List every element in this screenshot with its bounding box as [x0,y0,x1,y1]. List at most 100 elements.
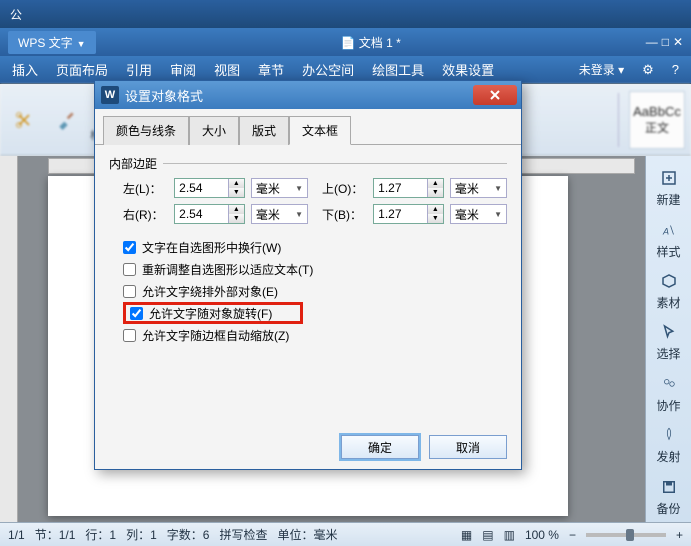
right-margin-label: 右(R)： [123,206,168,223]
menu-drawtools[interactable]: 绘图工具 [372,60,424,79]
zoom-in-icon[interactable]: + [676,528,683,542]
side-style[interactable]: A 样式 [649,215,689,264]
bottom-margin-value[interactable] [374,205,427,223]
check-wrap-external[interactable]: 允许文字绕排外部对象(E) [123,280,507,302]
left-unit-select[interactable]: 毫米 ▼ [251,178,308,198]
view-outline-icon[interactable]: ▥ [504,528,515,542]
side-new-label: 新建 [656,191,680,208]
side-collab[interactable]: 协作 [649,370,689,419]
top-margin-input[interactable]: ▲▼ [373,178,444,198]
gear-icon[interactable]: ⚙ [642,62,654,78]
check-resize-shape-box[interactable] [123,263,136,276]
check-wrap-external-label: 允许文字绕排外部对象(E) [142,283,278,300]
window-titlebar: 公 [0,0,691,28]
right-unit-select[interactable]: 毫米▼ [251,204,308,224]
right-margin-input[interactable]: ▲▼ [174,204,245,224]
zoom-out-icon[interactable]: − [569,528,576,542]
unit-label: 毫米 [256,180,280,197]
side-material[interactable]: 素材 [649,267,689,316]
status-chars[interactable]: 字数：6 [167,526,210,543]
document-name-label: 文档 1 * [359,36,401,50]
check-wrap-text[interactable]: 文字在自选图形中换行(W) [123,236,507,258]
chevron-down-icon: ▼ [494,184,502,193]
side-select-label: 选择 [656,345,680,362]
zoom-level[interactable]: 100 % [525,528,559,542]
top-margin-value[interactable] [374,179,427,197]
tab-layout[interactable]: 版式 [239,116,289,145]
side-panel: 新建 A 样式 素材 选择 协作 发射 备份 [645,156,691,522]
menu-pagelayout[interactable]: 页面布局 [56,60,108,79]
bottom-margin-input[interactable]: ▲▼ [373,204,444,224]
dialog-tabs: 颜色与线条 大小 版式 文本框 [95,109,521,145]
spin-down-icon[interactable]: ▼ [428,214,443,223]
spin-up-icon[interactable]: ▲ [428,205,443,214]
cut-button[interactable] [6,100,42,140]
menu-office[interactable]: 办公空间 [302,60,354,79]
tab-textbox[interactable]: 文本框 [289,116,351,145]
tab-size[interactable]: 大小 [189,116,239,145]
bottom-margin-label: 下(B)： [322,206,367,223]
check-wrap-text-label: 文字在自选图形中换行(W) [142,239,281,256]
menu-view[interactable]: 视图 [214,60,240,79]
spin-up-icon[interactable]: ▲ [428,179,443,188]
dialog-title: 设置对象格式 [125,86,473,105]
app-title[interactable]: WPS 文字▼ [8,31,96,54]
maximize-button[interactable]: □ [662,35,669,49]
spin-up-icon[interactable]: ▲ [229,179,244,188]
menu-effects[interactable]: 效果设置 [442,60,494,79]
menu-reference[interactable]: 引用 [126,60,152,79]
status-page: 1/1 [8,528,25,542]
side-backup[interactable]: 备份 [649,473,689,522]
menu-review[interactable]: 审阅 [170,60,196,79]
spin-down-icon[interactable]: ▼ [229,188,244,197]
cancel-button[interactable]: 取消 [429,435,507,459]
side-select[interactable]: 选择 [649,318,689,367]
view-print-icon[interactable]: ▦ [461,528,472,542]
brush-button[interactable] [48,100,84,140]
chevron-down-icon: ▼ [295,184,303,193]
view-web-icon[interactable]: ▤ [482,528,493,542]
spin-down-icon[interactable]: ▼ [428,188,443,197]
close-button[interactable]: ✕ [673,35,683,49]
wps-icon: W [101,86,119,104]
spin-down-icon[interactable]: ▼ [229,214,244,223]
zoom-slider[interactable] [586,533,666,537]
left-margin-value[interactable] [175,179,228,197]
minimize-button[interactable]: — [646,35,658,49]
check-rotate-box[interactable] [130,307,143,320]
svg-text:A: A [662,226,669,236]
right-margin-value[interactable] [175,205,228,223]
status-section: 节：1/1 [35,526,76,543]
side-launch[interactable]: 发射 [649,421,689,470]
top-margin-label: 上(O)： [322,180,367,197]
status-unit[interactable]: 单位：毫米 [277,526,337,543]
check-rotate-with-object[interactable]: 允许文字随对象旋转(F) [123,302,303,324]
check-autoscale[interactable]: 允许文字随边框自动缩放(Z) [123,324,507,346]
tab-color-line[interactable]: 颜色与线条 [103,116,189,145]
help-icon[interactable]: ? [672,62,679,77]
vertical-ruler[interactable] [0,156,18,522]
app-bar: WPS 文字▼ 📄 文档 1 * — □ ✕ [0,28,691,56]
side-new[interactable]: 新建 [649,164,689,213]
style-preview[interactable]: AaBbCc 正文 [629,91,685,149]
check-autoscale-box[interactable] [123,329,136,342]
ok-button[interactable]: 确定 [341,435,419,459]
menu-insert[interactable]: 插入 [12,60,38,79]
spin-up-icon[interactable]: ▲ [229,205,244,214]
bottom-unit-select[interactable]: 毫米▼ [450,204,507,224]
status-spell[interactable]: 拼写检查 [219,526,267,543]
dialog-titlebar[interactable]: W 设置对象格式 [95,81,521,109]
login-button[interactable]: 未登录 ▾ [579,61,624,78]
left-margin-input[interactable]: ▲▼ [174,178,245,198]
check-resize-shape[interactable]: 重新调整自选图形以适应文本(T) [123,258,507,280]
check-wrap-text-box[interactable] [123,241,136,254]
document-name: 📄 文档 1 * [100,34,642,51]
chevron-down-icon: ▼ [295,210,303,219]
dialog-close-button[interactable] [473,85,517,105]
format-object-dialog: W 设置对象格式 颜色与线条 大小 版式 文本框 内部边距 左(L)： ▲▼ 毫… [94,80,522,470]
side-style-label: 样式 [656,243,680,260]
top-unit-select[interactable]: 毫米▼ [450,178,507,198]
check-wrap-external-box[interactable] [123,285,136,298]
menu-chapter[interactable]: 章节 [258,60,284,79]
status-bar: 1/1 节：1/1 行：1 列：1 字数：6 拼写检查 单位：毫米 ▦ ▤ ▥ … [0,522,691,546]
